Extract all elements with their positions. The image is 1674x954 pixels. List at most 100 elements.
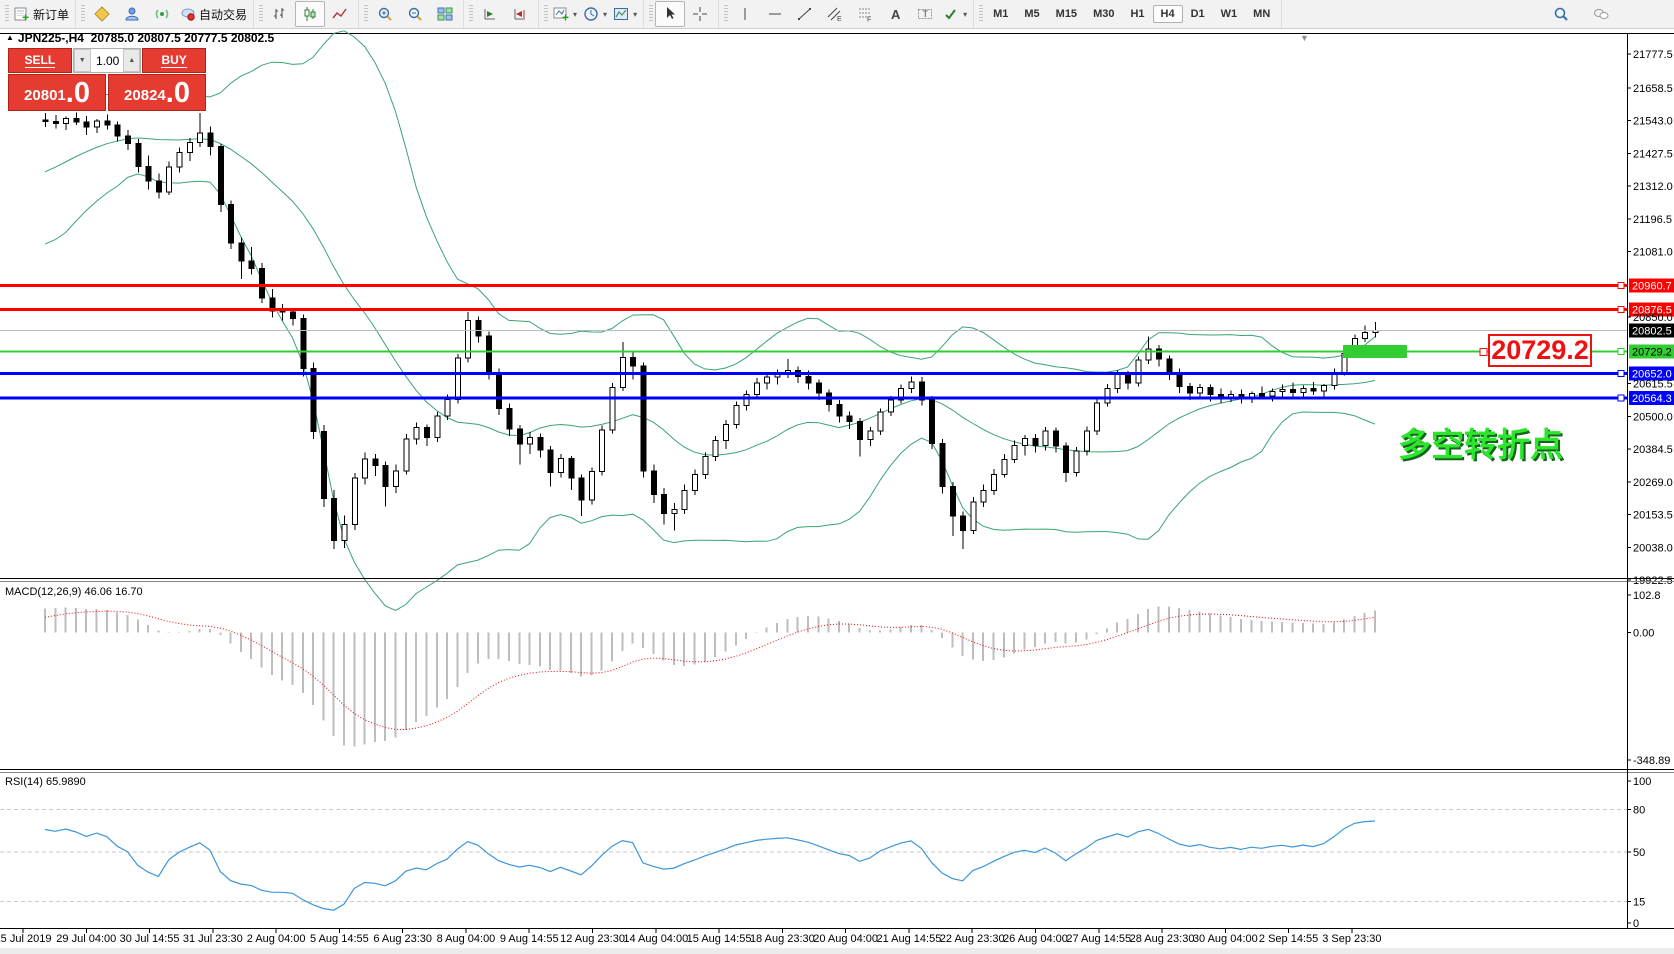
candle-body: [527, 437, 534, 445]
fibonacci-button[interactable]: F: [850, 1, 880, 27]
chevron-down-icon[interactable]: ▾: [633, 10, 637, 19]
candle-body: [310, 368, 317, 433]
search-icon: [1554, 7, 1568, 21]
toolbar-drag-handle[interactable]: [81, 5, 86, 23]
text-label-button[interactable]: T: [910, 1, 940, 27]
candle-body: [640, 365, 647, 472]
buy-button[interactable]: BUY: [142, 48, 206, 73]
candle-body: [1001, 458, 1008, 476]
toolbar-drag-handle[interactable]: [979, 5, 984, 23]
sell-price[interactable]: 20801.0: [8, 74, 106, 111]
zoom-out-button[interactable]: [400, 1, 430, 27]
vertical-line-button[interactable]: [730, 1, 760, 27]
volume-increase-icon[interactable]: ▲: [123, 49, 141, 72]
horizontal-line-button[interactable]: [760, 1, 790, 27]
autotrading-button[interactable]: 自动交易: [177, 1, 250, 27]
timeframe-m5-button[interactable]: M5: [1016, 5, 1047, 23]
toolbar-drag-handle[interactable]: [544, 5, 549, 23]
price-axis-tick: 21196.5: [1633, 214, 1672, 226]
timeframe-w1-button[interactable]: W1: [1213, 5, 1246, 23]
timeframe-h4-button[interactable]: H4: [1152, 5, 1183, 23]
volume-decrease-icon[interactable]: ▼: [73, 49, 91, 72]
equidistant-channel-button[interactable]: E: [820, 1, 850, 27]
hline-handle[interactable]: [1617, 394, 1625, 402]
periods-button[interactable]: ▾: [580, 1, 610, 27]
hline-handle[interactable]: [1617, 369, 1625, 377]
arrows-button[interactable]: ▾: [940, 1, 970, 27]
trendline-button[interactable]: [790, 1, 820, 27]
hline-handle[interactable]: [1617, 306, 1625, 314]
candle-body: [73, 118, 80, 123]
candlestick-chart-button[interactable]: [295, 1, 326, 27]
chart-shift-button[interactable]: [505, 1, 535, 27]
price-text-label[interactable]: 20729.2: [1488, 334, 1592, 367]
time-axis-label: 2 Sep 14:55: [1259, 933, 1318, 945]
timeframe-mn-button[interactable]: MN: [1245, 5, 1278, 23]
auto-scroll-button[interactable]: [475, 1, 505, 27]
price-axis-tick: 21543.0: [1633, 116, 1673, 128]
candle-body: [1063, 445, 1070, 474]
fibonacci-icon: F: [859, 8, 871, 22]
chevron-down-icon[interactable]: ▾: [573, 10, 577, 19]
candle-body: [372, 458, 379, 467]
toolbar-drag-handle[interactable]: [364, 5, 369, 23]
text-button[interactable]: A: [880, 1, 910, 27]
toolbar-drag-handle[interactable]: [5, 5, 9, 23]
metaeditor-button[interactable]: [87, 1, 117, 27]
candle-body: [722, 423, 729, 441]
signals-button[interactable]: [147, 1, 177, 27]
candle-body: [743, 393, 750, 407]
chart-shift-marker-icon[interactable]: ▼: [1300, 33, 1309, 43]
candle-body: [434, 415, 441, 438]
rsi-indicator-label: RSI(14) 65.9890: [5, 776, 86, 788]
bollinger-middle-band: [44, 137, 1376, 456]
timeframe-m30-button[interactable]: M30: [1085, 5, 1122, 23]
buy-price[interactable]: 20824.0: [108, 74, 206, 111]
new-order-label: 新订单: [33, 7, 70, 22]
candle-body: [939, 442, 946, 488]
timeframe-m15-button[interactable]: M15: [1048, 5, 1085, 23]
community-button[interactable]: [117, 1, 147, 27]
time-axis-label: 27 Aug 14:55: [1066, 933, 1131, 945]
chevron-down-icon[interactable]: ▾: [963, 10, 967, 19]
new-chart-button[interactable]: + ▾: [550, 1, 580, 27]
sell-button[interactable]: SELL: [8, 48, 72, 73]
search-icon[interactable]: [1546, 1, 1576, 27]
label-anchor-handle[interactable]: [1479, 347, 1488, 356]
timeframe-h1-button[interactable]: H1: [1122, 5, 1152, 23]
volume-value[interactable]: 1.00: [90, 49, 124, 72]
candle-body: [1021, 437, 1028, 446]
one-click-toggle-icon[interactable]: ▲: [6, 33, 14, 42]
arrows-icon: [945, 9, 956, 20]
templates-button[interactable]: ▾: [610, 1, 640, 27]
ohlc-close: 20802.5: [230, 31, 275, 45]
chevron-down-icon[interactable]: ▾: [603, 10, 607, 19]
candle-body: [496, 372, 503, 409]
candle-body: [423, 427, 430, 438]
timeframe-m1-button[interactable]: M1: [985, 5, 1016, 23]
candle-body: [1052, 430, 1059, 447]
tile-windows-button[interactable]: [430, 1, 460, 27]
toolbar-group: [359, 0, 465, 28]
crosshair-button[interactable]: [685, 1, 715, 27]
macd-indicator-label: MACD(12,26,9) 46.06 16.70: [5, 586, 143, 598]
timeframe-d1-button[interactable]: D1: [1183, 5, 1213, 23]
toolbar-drag-handle[interactable]: [649, 5, 654, 23]
toolbar-drag-handle[interactable]: [724, 5, 729, 23]
hline-handle[interactable]: [1617, 347, 1625, 355]
zoom-in-icon: [378, 7, 392, 21]
toolbar-drag-handle[interactable]: [259, 5, 264, 23]
bar-chart-button[interactable]: [265, 1, 295, 27]
chart-canvas[interactable]: 20960.720876.520802.520729.220652.020564…: [0, 28, 1674, 948]
line-chart-button[interactable]: [325, 1, 355, 27]
new-order-button[interactable]: + 新订单: [11, 1, 72, 27]
price-axis-tick: 20038.0: [1633, 542, 1673, 554]
candle-body: [1083, 430, 1090, 452]
cursor-button[interactable]: [655, 1, 686, 27]
chat-icon[interactable]: [1586, 1, 1616, 27]
hline-handle[interactable]: [1617, 282, 1625, 290]
rsi-axis-tick: 15: [1633, 897, 1645, 909]
toolbar-drag-handle[interactable]: [469, 5, 474, 23]
ohlc-low: 20777.5: [184, 31, 228, 45]
zoom-in-button[interactable]: [370, 1, 400, 27]
